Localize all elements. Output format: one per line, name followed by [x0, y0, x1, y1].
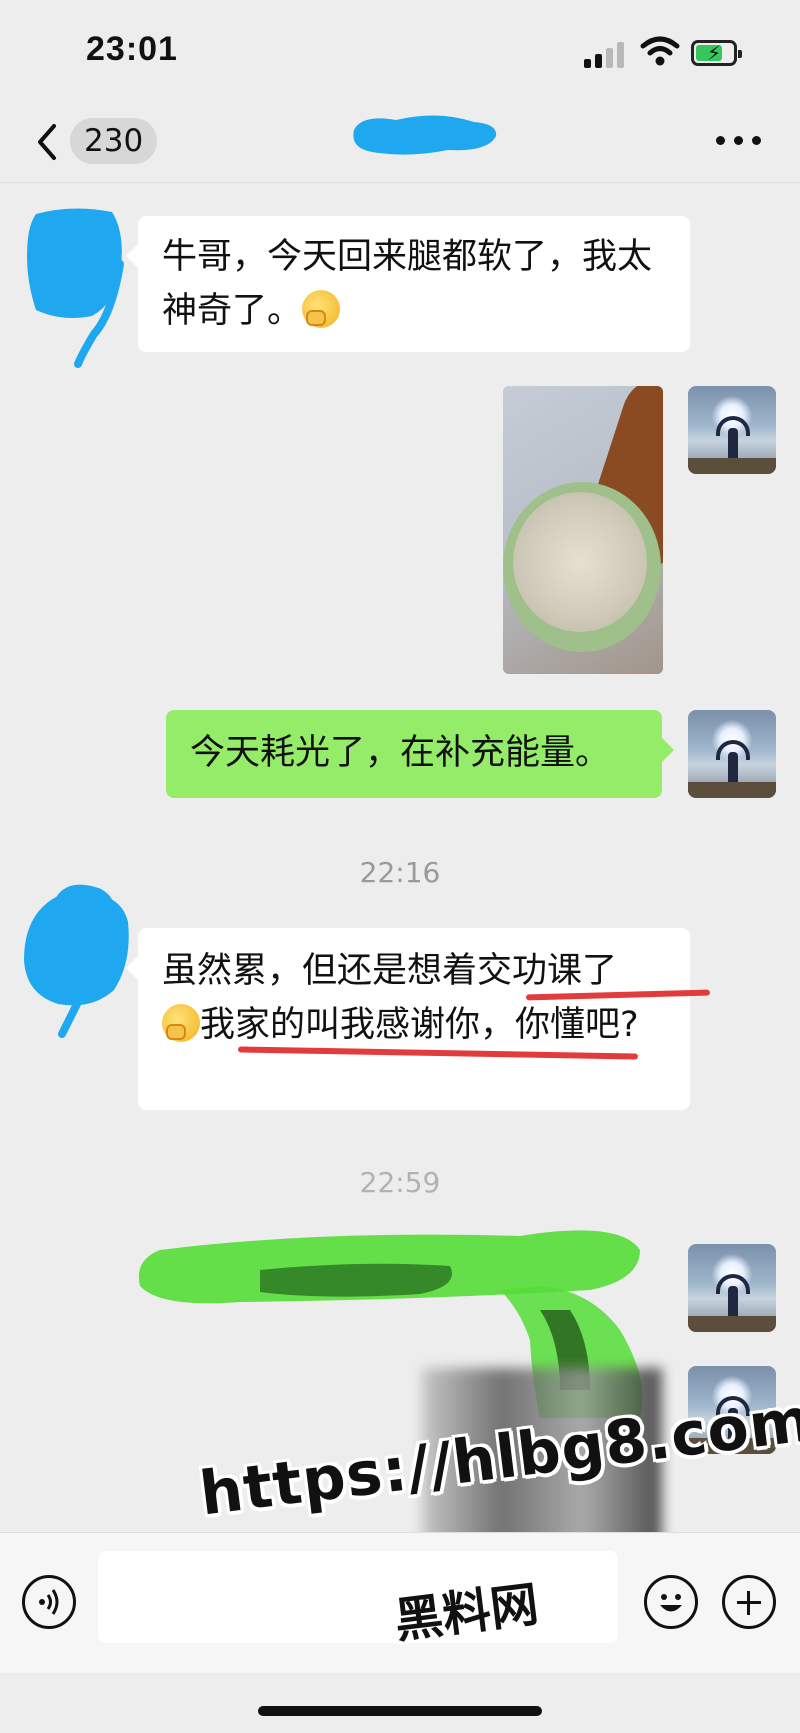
signal-icon — [584, 40, 628, 68]
chevron-left-icon[interactable] — [32, 122, 62, 162]
message-bubble-outgoing[interactable]: 今天耗光了，在补充能量。 — [166, 710, 674, 798]
unread-count-badge[interactable]: 230 — [70, 118, 158, 164]
plus-icon[interactable] — [722, 1575, 776, 1629]
message-bubble-incoming[interactable]: 虽然累，但还是想着交功课了 我家的叫我感谢你，你懂吧? — [126, 928, 690, 1110]
status-bar: 23:01 ⚡ — [0, 0, 800, 100]
message-text: 今天耗光了，在补充能量。 — [190, 733, 611, 773]
avatar-redacted[interactable] — [22, 204, 126, 368]
chat-header: 230 — [0, 100, 800, 183]
more-horizontal-icon[interactable] — [716, 136, 764, 148]
message-bubble-incoming[interactable]: 牛哥，今天回来腿都软了，我太神奇了。 — [126, 216, 690, 352]
smirk-emoji — [302, 290, 341, 328]
smirk-emoji — [162, 1004, 200, 1042]
message-text: 牛哥，今天回来腿都软了，我太神奇了。 — [162, 237, 653, 331]
chat-title-redacted — [353, 115, 497, 155]
message-text: 我家的叫我感谢你，你懂吧? — [200, 1005, 639, 1045]
avatar-self[interactable] — [688, 710, 776, 798]
avatar-self[interactable] — [688, 1244, 776, 1332]
message-text: 虽然累，但还是想着交功课了 — [162, 951, 618, 991]
voice-icon[interactable] — [22, 1575, 76, 1629]
emoji-face-icon[interactable] — [644, 1575, 698, 1629]
home-indicator[interactable] — [258, 1706, 542, 1716]
avatar-redacted[interactable] — [18, 882, 134, 1040]
avatar-self[interactable] — [688, 386, 776, 474]
wifi-icon — [640, 36, 680, 66]
dumpling-soup-photo[interactable] — [503, 386, 663, 674]
battery-charging-icon: ⚡ — [691, 40, 742, 66]
status-clock: 23:01 — [86, 30, 178, 68]
